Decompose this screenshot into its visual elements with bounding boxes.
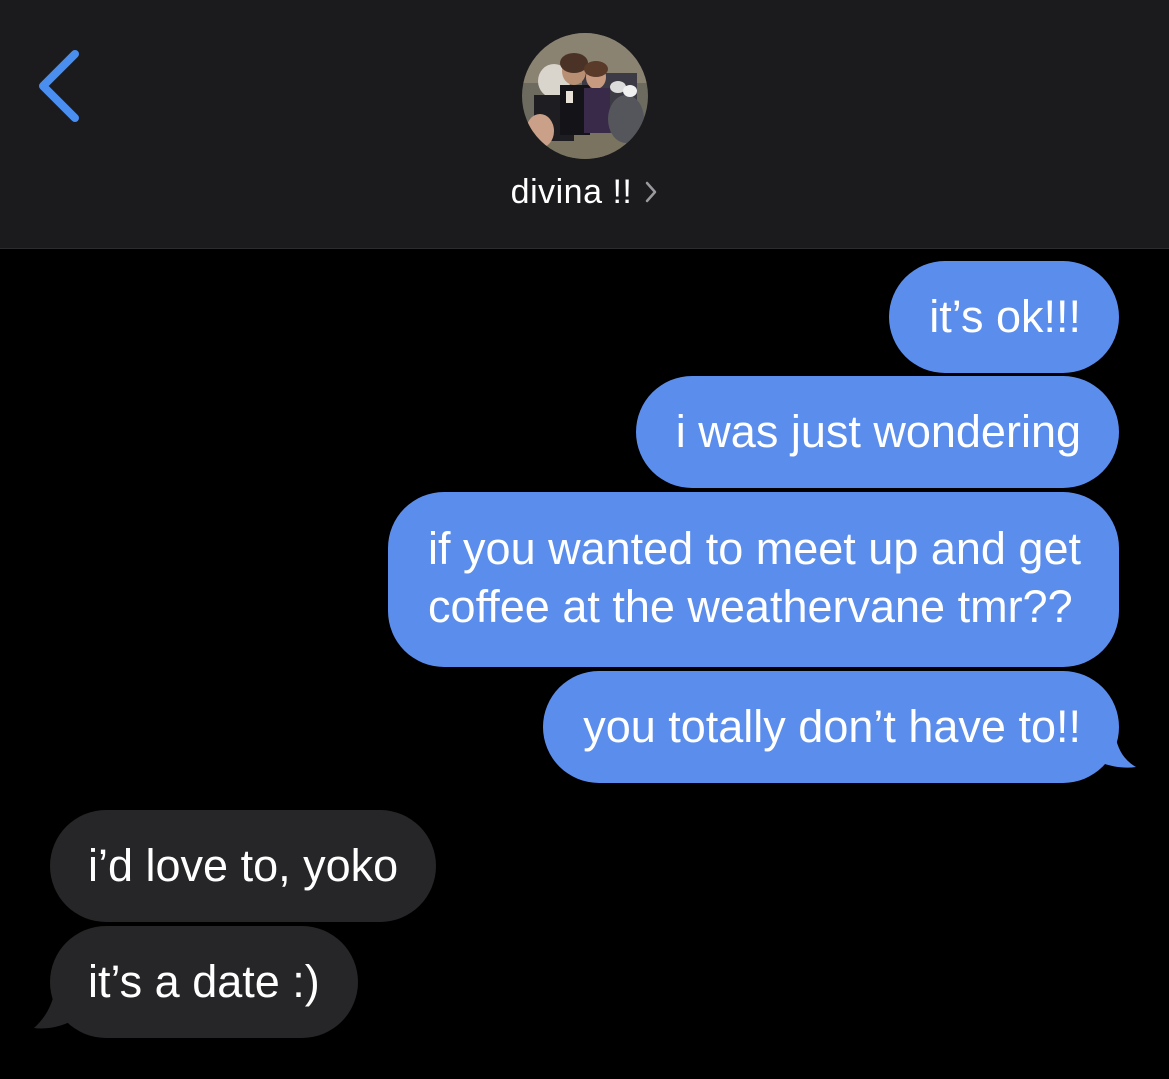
sent-message-line: if you wanted to meet up and get — [428, 523, 1081, 574]
chevron-left-icon — [39, 50, 79, 122]
back-button[interactable] — [28, 40, 98, 130]
sent-message[interactable]: you totally don’t have to!! — [543, 671, 1119, 783]
received-message[interactable]: it’s a date :) — [50, 926, 358, 1038]
contact-name: divina !! — [510, 172, 633, 211]
sent-message[interactable]: it’s ok!!! — [889, 261, 1119, 373]
received-bubble-tail — [34, 990, 90, 1029]
sent-message-line: coffee at the weathervane tmr?? — [428, 581, 1073, 632]
sent-bubble-tail — [1080, 735, 1136, 768]
received-message[interactable]: i’d love to, yoko — [50, 810, 437, 922]
chevron-right-icon — [646, 181, 657, 203]
contact-photo — [522, 33, 648, 159]
sent-message[interactable]: i was just wondering — [635, 376, 1119, 488]
avatar[interactable] — [522, 33, 648, 159]
message-list[interactable]: it’s ok!!! i was just wondering if you w… — [0, 249, 1169, 1079]
sent-message[interactable]: if you wanted to meet up and get coffee … — [388, 492, 1119, 667]
contact-name-button[interactable]: divina !! — [0, 168, 1169, 216]
conversation-header: divina !! — [0, 0, 1169, 249]
